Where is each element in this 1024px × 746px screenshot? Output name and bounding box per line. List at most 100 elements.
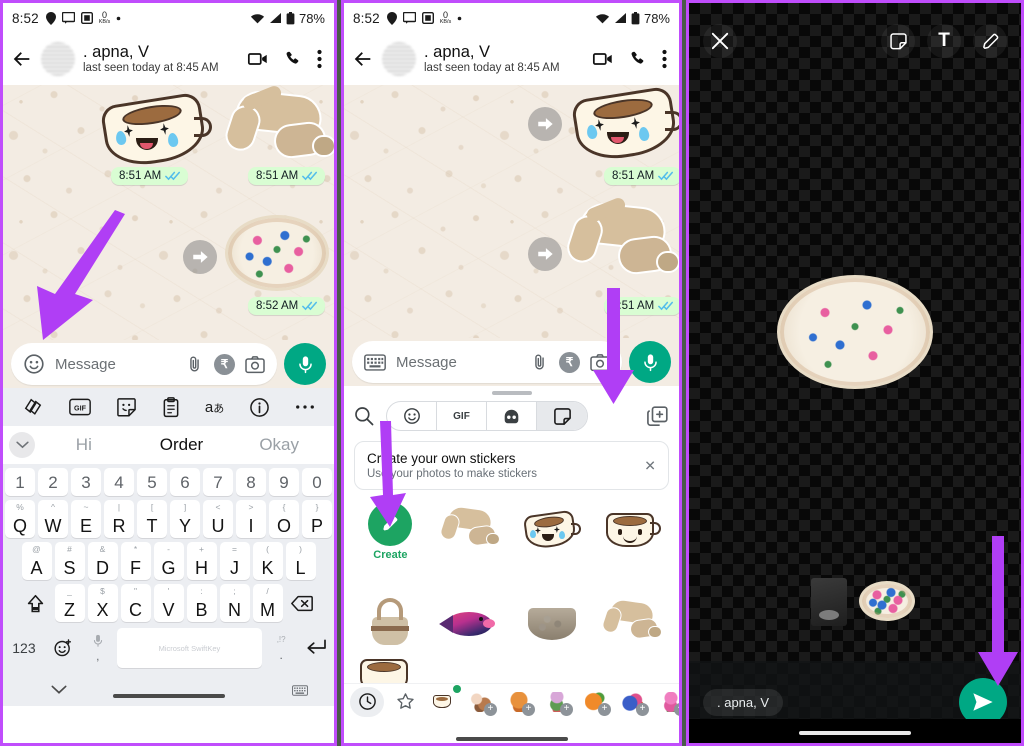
key-u[interactable]: < U — [203, 500, 233, 538]
shift-key[interactable] — [20, 584, 52, 622]
editor-canvas-sticker[interactable] — [777, 275, 933, 389]
sticker-item-fish[interactable] — [431, 589, 512, 659]
voice-call-icon[interactable] — [283, 49, 303, 69]
video-call-icon[interactable] — [247, 48, 269, 70]
add-pack-plus-icon[interactable]: + — [636, 702, 649, 716]
thumbnail-dark-card[interactable] — [811, 578, 847, 626]
tray-pack-1[interactable]: + — [464, 687, 498, 717]
sticker-item-smiling-coffee[interactable] — [592, 496, 673, 566]
avatar[interactable] — [382, 42, 416, 76]
camera-icon[interactable] — [245, 355, 265, 374]
forward-button[interactable] — [183, 240, 217, 274]
keyboard-resize-icon[interactable] — [292, 684, 308, 696]
video-call-icon[interactable] — [592, 48, 614, 70]
tab-avatar[interactable] — [487, 402, 537, 430]
voice-record-button[interactable] — [284, 343, 326, 385]
key-0[interactable]: 0 — [302, 468, 332, 496]
sticker-message-cat[interactable] — [218, 85, 334, 180]
sticker-message-coffee-cup[interactable] — [98, 87, 218, 173]
key-p[interactable]: } P — [302, 500, 332, 538]
key-z[interactable]: _ Z — [54, 584, 85, 622]
key-l[interactable]: ) L — [285, 542, 316, 580]
suggestion-chip[interactable]: Order — [133, 435, 231, 455]
home-indicator[interactable] — [799, 731, 911, 735]
sticker-item-cat-dive-2[interactable] — [592, 589, 673, 659]
key-8[interactable]: 8 — [236, 468, 266, 496]
sticker-icon[interactable] — [116, 397, 137, 418]
search-icon[interactable] — [354, 406, 374, 426]
comma-mic-key[interactable]: , — [83, 634, 113, 663]
create-stickers-banner[interactable]: Create your own stickers Use your photos… — [354, 441, 669, 490]
add-pack-plus-icon[interactable]: + — [522, 702, 535, 716]
key-a[interactable]: @ A — [21, 542, 52, 580]
add-pack-plus-icon[interactable]: + — [598, 702, 611, 716]
key-c[interactable]: " C — [120, 584, 151, 622]
chat-header-text[interactable]: . apna, V last seen today at 8:45 AM — [83, 43, 239, 75]
key-b[interactable]: :B — [186, 584, 217, 622]
paperclip-icon[interactable] — [185, 355, 204, 374]
key-9[interactable]: 9 — [269, 468, 299, 496]
keyboard-icon[interactable] — [364, 353, 386, 371]
key-3[interactable]: 3 — [71, 468, 101, 496]
sticker-message-coffee-cup[interactable] — [569, 85, 679, 171]
forward-button[interactable] — [528, 237, 562, 271]
key-q[interactable]: % Q — [5, 500, 35, 538]
key-t[interactable]: [T — [137, 500, 167, 538]
text-tool-button[interactable]: T — [927, 24, 961, 58]
key-v[interactable]: ' V — [153, 584, 184, 622]
tray-pack-6[interactable]: + — [654, 687, 679, 717]
key-h[interactable]: + H — [186, 542, 217, 580]
back-arrow-icon[interactable] — [11, 48, 33, 70]
key-7[interactable]: 7 — [203, 468, 233, 496]
home-indicator[interactable] — [455, 737, 568, 741]
period-punct-key[interactable]: ,!? . — [266, 635, 296, 662]
enter-key[interactable] — [300, 629, 332, 667]
tab-sticker[interactable] — [537, 402, 587, 430]
rupee-icon[interactable]: ₹ — [214, 353, 235, 375]
chevron-down-icon[interactable] — [51, 685, 67, 695]
create-sticker-button[interactable]: Create — [350, 496, 431, 566]
pencil-tool-button[interactable] — [973, 24, 1007, 58]
tray-pack-5[interactable]: + — [616, 687, 650, 717]
key-r[interactable]: | R — [104, 500, 134, 538]
tab-gif[interactable]: GIF — [437, 402, 487, 430]
home-indicator[interactable] — [112, 694, 225, 698]
key-f[interactable]: * F — [120, 542, 151, 580]
back-arrow-icon[interactable] — [352, 48, 374, 70]
clipboard-icon[interactable] — [162, 396, 180, 418]
sticker-item-woven-basket[interactable] — [350, 589, 431, 659]
close-icon[interactable]: ✕ — [644, 457, 656, 474]
emoji-icon[interactable] — [23, 353, 45, 375]
tab-emoji[interactable] — [387, 402, 437, 430]
tray-recent[interactable] — [350, 686, 384, 717]
key-x[interactable]: $ X — [87, 584, 118, 622]
overflow-menu-icon[interactable] — [317, 49, 322, 69]
chat-header-text[interactable]: . apna, V last seen today at 8:45 AM — [424, 43, 584, 75]
tray-pack-2[interactable]: + — [502, 687, 536, 717]
thumbnail-floral-placemat[interactable] — [859, 581, 915, 621]
sticker-item-crying-coffee[interactable] — [512, 496, 593, 566]
space-key[interactable]: Microsoft SwiftKey — [116, 628, 263, 668]
sticker-message-floral[interactable] — [225, 215, 329, 291]
sticker-tool-button[interactable] — [881, 24, 915, 58]
sticker-item-coffee-partial[interactable] — [356, 657, 416, 683]
key-j[interactable]: = J — [219, 542, 250, 580]
tray-pack-coffee[interactable] — [426, 684, 461, 717]
add-pack-plus-icon[interactable]: + — [674, 702, 679, 716]
key-n[interactable]: ; N — [219, 584, 250, 622]
emoji-key[interactable] — [47, 629, 79, 667]
tray-favorites[interactable] — [388, 687, 422, 717]
sticker-item-cat-dive[interactable] — [431, 496, 512, 566]
avatar[interactable] — [41, 42, 75, 76]
add-pack-plus-icon[interactable]: + — [484, 702, 497, 716]
key-5[interactable]: 5 — [137, 468, 167, 496]
key-i[interactable]: > I — [236, 500, 266, 538]
key-w[interactable]: ^ W — [38, 500, 68, 538]
tray-pack-3[interactable]: + — [540, 687, 574, 717]
message-input-pill[interactable]: Message ₹ — [11, 343, 277, 385]
key-d[interactable]: & D — [87, 542, 118, 580]
numeric-mode-key[interactable]: 123 — [5, 640, 43, 656]
suggestion-chip[interactable]: Hi — [35, 435, 133, 455]
paperclip-icon[interactable] — [530, 353, 549, 372]
camera-icon[interactable] — [590, 353, 610, 372]
